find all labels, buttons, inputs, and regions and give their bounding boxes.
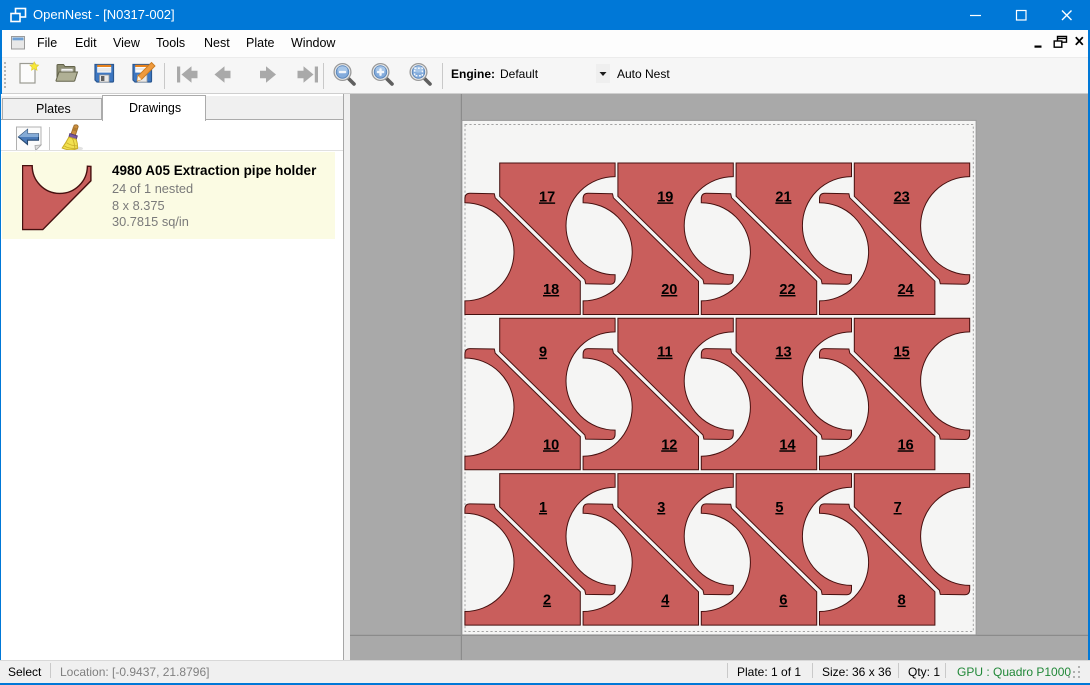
svg-text:24: 24 xyxy=(898,282,914,298)
svg-text:6: 6 xyxy=(779,593,787,609)
svg-text:17: 17 xyxy=(539,189,555,205)
svg-text:7: 7 xyxy=(894,500,902,516)
svg-text:12: 12 xyxy=(661,437,677,453)
svg-text:1: 1 xyxy=(539,500,547,516)
svg-text:4: 4 xyxy=(661,593,669,609)
svg-text:19: 19 xyxy=(657,189,673,205)
svg-text:22: 22 xyxy=(779,282,795,298)
svg-text:2: 2 xyxy=(543,593,551,609)
svg-text:14: 14 xyxy=(779,437,795,453)
svg-text:20: 20 xyxy=(661,282,677,298)
svg-text:21: 21 xyxy=(775,189,791,205)
svg-text:8: 8 xyxy=(898,593,906,609)
svg-text:11: 11 xyxy=(657,345,672,361)
svg-text:10: 10 xyxy=(543,437,559,453)
svg-text:13: 13 xyxy=(775,345,791,361)
svg-text:23: 23 xyxy=(894,189,910,205)
svg-text:16: 16 xyxy=(898,437,914,453)
svg-text:3: 3 xyxy=(657,500,665,516)
svg-text:9: 9 xyxy=(539,345,547,361)
svg-text:15: 15 xyxy=(894,345,910,361)
svg-text:5: 5 xyxy=(775,500,783,516)
svg-text:18: 18 xyxy=(543,282,559,298)
